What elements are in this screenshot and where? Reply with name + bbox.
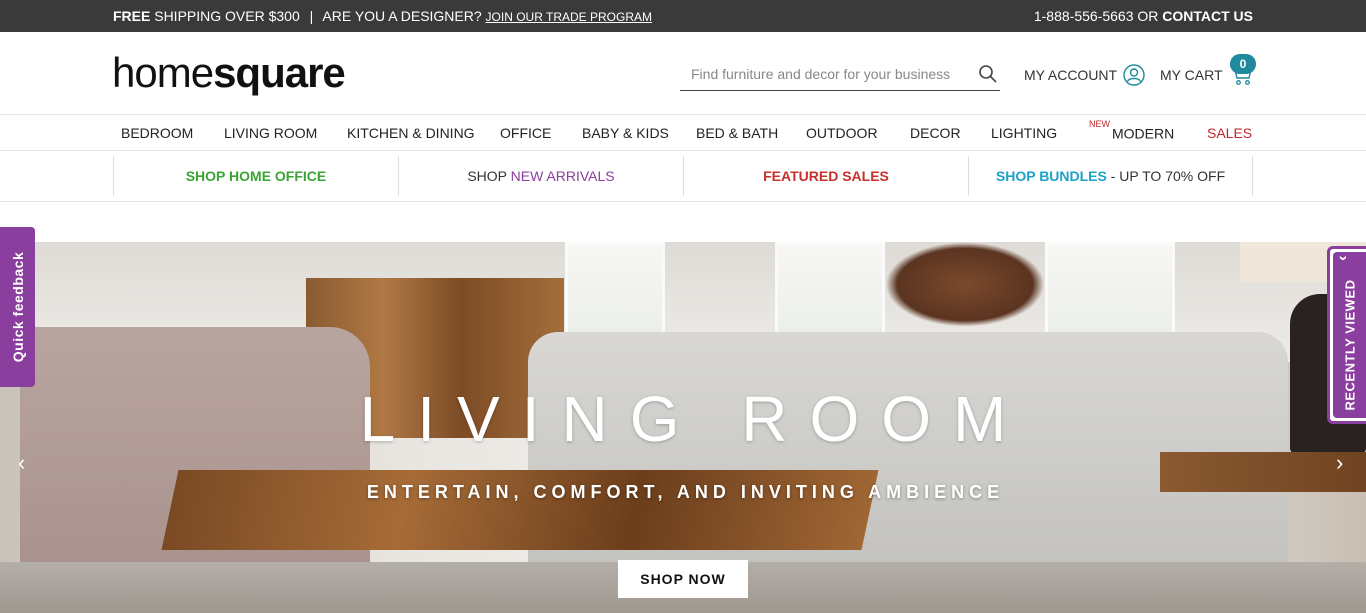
nav-item-office[interactable]: OFFICE xyxy=(500,125,551,141)
chevron-left-icon[interactable]: ‹ xyxy=(18,450,25,476)
nav-item-bedroom[interactable]: BEDROOM xyxy=(121,125,193,141)
my-account-link[interactable]: MY ACCOUNT xyxy=(1024,64,1145,86)
nav-item-sales[interactable]: SALES xyxy=(1207,125,1252,141)
search-icon[interactable] xyxy=(978,64,998,84)
my-cart-link[interactable]: MY CART 0 xyxy=(1160,54,1256,86)
chevron-right-icon[interactable]: › xyxy=(1336,450,1343,476)
main-nav: BEDROOM LIVING ROOM KITCHEN & DINING OFF… xyxy=(0,116,1366,151)
hero-subtitle: ENTERTAIN, COMFORT, AND INVITING AMBIENC… xyxy=(366,482,1005,502)
account-icon xyxy=(1123,64,1145,86)
top-bar-right: 1-888-556-5663 OR CONTACT US xyxy=(1034,8,1253,24)
divider: | xyxy=(309,8,314,24)
promo-arrivals-label: NEW ARRIVALS xyxy=(510,168,615,184)
cart-count-badge: 0 xyxy=(1230,54,1256,74)
quick-feedback-tab[interactable]: Quick feedback xyxy=(0,227,35,387)
nav-item-kitchen-dining[interactable]: KITCHEN & DINING xyxy=(347,125,475,141)
promo-bundles-suffix: - UP TO 70% OFF xyxy=(1110,168,1226,184)
promo-featured-sales[interactable]: FEATURED SALES xyxy=(683,156,968,196)
logo-thin: home xyxy=(112,49,214,96)
cart-label: MY CART xyxy=(1160,67,1223,83)
free-text: FREE xyxy=(113,8,151,24)
chevron-left-icon: ‹ xyxy=(1334,255,1351,261)
nav-item-modern[interactable]: NEWMODERN xyxy=(1089,119,1175,142)
trade-program-link[interactable]: JOIN OUR TRADE PROGRAM xyxy=(486,10,652,24)
nav-item-living-room[interactable]: LIVING ROOM xyxy=(224,125,317,141)
shop-now-button[interactable]: SHOP NOW xyxy=(618,560,748,598)
account-label: MY ACCOUNT xyxy=(1024,67,1118,83)
search-box xyxy=(680,58,1000,91)
designer-text: ARE YOU A DESIGNER? xyxy=(322,8,482,24)
contact-us-link[interactable]: CONTACT US xyxy=(1162,8,1253,24)
logo[interactable]: homesquare xyxy=(112,49,346,96)
nav-item-decor[interactable]: DECOR xyxy=(910,125,961,141)
promo-bundles[interactable]: SHOP BUNDLES - UP TO 70% OFF xyxy=(968,156,1253,196)
hero-banner[interactable]: LIVING ROOM ENTERTAIN, COMFORT, AND INVI… xyxy=(0,242,1366,613)
recently-viewed-panel: ‹ RECENTLY VIEWED xyxy=(1333,252,1366,418)
promo-arrivals-prefix: SHOP xyxy=(467,168,507,184)
recently-viewed-label: RECENTLY VIEWED xyxy=(1342,279,1357,411)
nav-item-modern-label: MODERN xyxy=(1112,125,1175,142)
site-header: homesquare MY ACCOUNT MY CART 0 xyxy=(0,32,1366,115)
phone-text: 1-888-556-5663 OR xyxy=(1033,8,1159,24)
nav-item-bed-bath[interactable]: BED & BATH xyxy=(696,125,778,141)
recently-viewed-tab[interactable]: ‹ RECENTLY VIEWED xyxy=(1327,246,1366,424)
promo-home-office[interactable]: SHOP HOME OFFICE xyxy=(113,156,398,196)
search-input[interactable] xyxy=(691,64,971,84)
quick-feedback-label: Quick feedback xyxy=(9,251,26,363)
hero-sculpture xyxy=(885,242,1045,327)
promo-home-office-label: SHOP HOME OFFICE xyxy=(185,168,327,184)
shipping-text: SHIPPING OVER $300 xyxy=(154,8,300,24)
hero-title: LIVING ROOM xyxy=(359,383,1029,455)
nav-item-outdoor[interactable]: OUTDOOR xyxy=(806,125,878,141)
nav-item-lighting[interactable]: LIGHTING xyxy=(991,125,1057,141)
new-badge: NEW xyxy=(1089,119,1110,129)
top-bar: FREE SHIPPING OVER $300 | ARE YOU A DESI… xyxy=(0,0,1366,32)
promo-new-arrivals[interactable]: SHOP NEW ARRIVALS xyxy=(398,156,683,196)
promo-featured-label: FEATURED SALES xyxy=(763,168,889,184)
promo-bundles-label: SHOP BUNDLES xyxy=(995,168,1107,184)
logo-bold: square xyxy=(213,49,346,96)
promo-bar: SHOP HOME OFFICE SHOP NEW ARRIVALS FEATU… xyxy=(0,151,1366,202)
nav-item-baby-kids[interactable]: BABY & KIDS xyxy=(582,125,669,141)
top-bar-left: FREE SHIPPING OVER $300 | ARE YOU A DESI… xyxy=(113,8,652,24)
